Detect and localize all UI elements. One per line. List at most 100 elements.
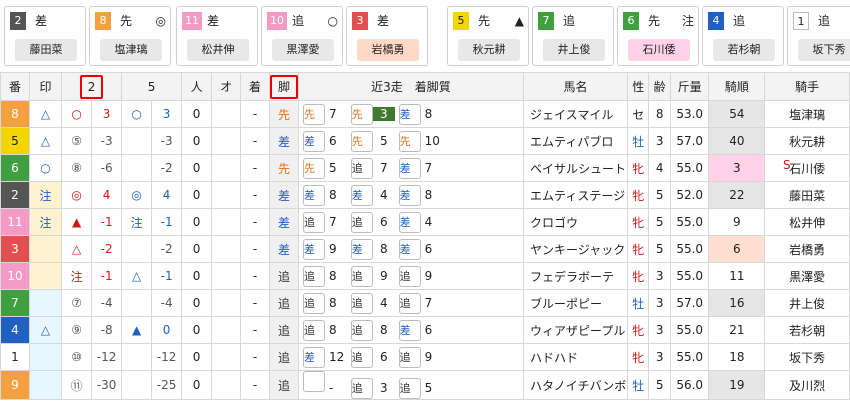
card-jockey[interactable]: 松井伸 — [187, 39, 249, 61]
horse-name[interactable]: エムティステージ — [523, 181, 629, 209]
o-value — [211, 235, 242, 263]
table-row[interactable]: 11 注 ▲ -1 注 -1 0 - 差 追7 追6 差4 クロゴウ 牝 5 5… — [0, 208, 850, 236]
horse-card[interactable]: 6 先 注 石川倭 — [617, 6, 699, 66]
horse-card[interactable]: 1 追 坂下秀 — [787, 6, 850, 66]
col-mark2[interactable]: 2 — [61, 72, 123, 101]
horse-card[interactable]: 11 差 松井伸 — [176, 6, 258, 66]
style-chip: 先 — [398, 130, 421, 152]
table-row[interactable]: 2 注 ◎ 4 ◎ 4 0 - 差 差8 差4 差8 エムティステージ 牝 5 … — [0, 181, 850, 209]
chaku-value: - — [240, 208, 270, 236]
col-chaku[interactable]: 着 — [240, 72, 270, 101]
shirushi-cell[interactable] — [28, 370, 63, 400]
mark2-value: -4 — [91, 289, 123, 317]
col-mark5[interactable]: 5 — [121, 72, 183, 101]
shirushi-cell[interactable] — [28, 289, 63, 317]
jockey-name[interactable]: 黒澤愛 — [764, 262, 850, 290]
col-rei[interactable]: 齢 — [648, 72, 671, 101]
col-ban[interactable]: 番 — [0, 72, 30, 101]
jockey-name[interactable]: 若杉朝 — [764, 316, 850, 344]
horse-number: 6 — [0, 154, 30, 182]
shirushi-cell[interactable] — [28, 235, 63, 263]
shirushi-cell[interactable] — [28, 262, 63, 290]
shirushi-cell[interactable]: △ — [28, 316, 63, 344]
card-jockey[interactable]: 岩橋勇 — [357, 39, 419, 61]
horse-card[interactable]: 4 追 若杉朝 — [702, 6, 784, 66]
mark5-symbol: 注 — [121, 208, 153, 236]
horse-name[interactable]: ハドハド — [523, 343, 629, 371]
jockey-name[interactable]: 石川倭 — [764, 154, 850, 182]
ashi-value: 先 — [269, 100, 299, 128]
age-value: 4 — [648, 154, 671, 182]
col-kinryo[interactable]: 斤量 — [669, 72, 710, 101]
card-jockey[interactable]: 石川倭 — [628, 39, 690, 61]
horse-card[interactable]: 7 追 井上俊 — [532, 6, 614, 66]
horse-name[interactable]: エムティパブロ — [523, 127, 629, 155]
horse-card[interactable]: 2 差 藤田菜 — [4, 6, 86, 66]
jockey-name[interactable]: 岩橋勇 — [764, 235, 850, 263]
col-name[interactable]: 馬名 — [523, 72, 629, 101]
table-row[interactable]: 9 ⑪ -30 -25 0 - 追 - 追3 追5 ハタノイチバンボシ 牡 5 … — [0, 370, 850, 400]
horse-card[interactable]: 3 差 岩橋勇 — [346, 6, 428, 66]
horse-name[interactable]: ブルーポピー — [523, 289, 629, 317]
jockey-name[interactable]: 井上俊 — [764, 289, 850, 317]
horse-number: 2 — [0, 181, 30, 209]
horse-name[interactable]: ウィアザピープル — [523, 316, 629, 344]
shirushi-cell[interactable]: △ — [28, 127, 63, 155]
card-jockey[interactable]: 黒澤愛 — [272, 39, 334, 61]
table-row[interactable]: 10 注 -1 △ -1 0 - 追 追8 追9 追9 フェデラボーテ 牝 3 … — [0, 262, 850, 290]
horse-name[interactable]: ジェイスマイル — [523, 100, 629, 128]
mark5-value: 4 — [151, 181, 183, 209]
table-row[interactable]: 7 ⑦ -4 -4 0 - 追 追8 追4 追7 ブルーポピー 牡 3 57.0… — [0, 289, 850, 317]
mark2-value: 3 — [91, 100, 123, 128]
horse-card[interactable]: 8 先 ◎ 塩津璃 — [89, 6, 171, 66]
card-jockey[interactable]: 坂下秀 — [798, 39, 850, 61]
style-chip: 追 — [350, 319, 373, 341]
col-o[interactable]: オ — [211, 72, 242, 101]
shirushi-cell[interactable]: 注 — [28, 181, 63, 209]
jockey-name[interactable]: 及川烈 — [764, 370, 850, 400]
card-jockey[interactable]: 井上俊 — [543, 39, 605, 61]
hito-value: 0 — [181, 289, 213, 317]
jockey-name[interactable]: 塩津璃 — [764, 100, 850, 128]
shirushi-cell[interactable]: △ — [28, 100, 63, 128]
card-jockey[interactable]: 塩津璃 — [100, 39, 162, 61]
shirushi-cell[interactable] — [28, 343, 63, 371]
col-sei[interactable]: 性 — [627, 72, 650, 101]
jockey-name[interactable]: 藤田菜 — [764, 181, 850, 209]
horse-name[interactable]: ベイサルシュート — [523, 154, 629, 182]
ashi-value: 追 — [269, 343, 299, 371]
horse-card[interactable]: 10 追 ○ 黒澤愛 — [261, 6, 343, 66]
horse-card[interactable]: 5 先 ▲ 秋元耕 — [447, 6, 529, 66]
card-jockey[interactable]: 藤田菜 — [15, 39, 77, 61]
table-row[interactable]: 5 △ ⑤ -3 -3 0 - 差 差6 先5 先 10 エムティパブロ 牡 3 … — [0, 127, 850, 155]
horse-name[interactable]: フェデラボーテ — [523, 262, 629, 290]
shirushi-cell[interactable]: ○ — [28, 154, 63, 182]
table-row[interactable]: 3 △ -2 -2 0 - 差 差9 差8 差6 ヤンキージャック 牝 5 55… — [0, 235, 850, 263]
col-ashi[interactable]: 脚 — [269, 72, 299, 101]
card-jockey[interactable]: 若杉朝 — [713, 39, 775, 61]
table-row[interactable]: 8 △ ○ 3 ○ 3 0 - 先 先7 先3 差8 ジェイスマイル セ 8 5… — [0, 100, 850, 128]
mark2-value: -30 — [91, 370, 123, 400]
table-row[interactable]: 4 △ ⑨ -8 ▲ 0 0 - 追 追8 追8 差6 ウィアザピープル 牝 3… — [0, 316, 850, 344]
col-shirushi[interactable]: 印 — [28, 72, 63, 101]
card-header: 4 追 — [708, 12, 784, 30]
table-row[interactable]: 6 ○ ⑧ -6 -2 0 - 先 先5 追7 差7 ベイサルシュート 牝 4 … — [0, 154, 850, 182]
col-hito[interactable]: 人 — [181, 72, 213, 101]
horse-name[interactable]: ハタノイチバンボシ — [523, 370, 629, 400]
card-style: 追 — [818, 14, 831, 28]
jockey-name[interactable]: 秋元耕 — [764, 127, 850, 155]
col-kinsou[interactable]: 近3走 着脚質 — [297, 72, 525, 101]
jockey-name[interactable]: 坂下秀 — [764, 343, 850, 371]
table-row[interactable]: 1 ⑩ -12 -12 0 - 追 差 12 追6 追9 ハドハド 牝 3 55.… — [0, 343, 850, 371]
jockey-name[interactable]: 松井伸 — [764, 208, 850, 236]
sex-value: セ — [627, 100, 650, 128]
age-value: 5 — [648, 235, 671, 263]
col-kishu[interactable]: 騎手 — [764, 72, 850, 101]
recent-1: 差6 先5 先 10 — [297, 127, 525, 155]
shirushi-cell[interactable]: 注 — [28, 208, 63, 236]
horse-name[interactable]: ヤンキージャック — [523, 235, 629, 263]
card-jockey[interactable]: 秋元耕 — [458, 39, 520, 61]
chaku-value: - — [240, 262, 270, 290]
horse-name[interactable]: クロゴウ — [523, 208, 629, 236]
col-kijun[interactable]: 騎順 — [708, 72, 766, 101]
